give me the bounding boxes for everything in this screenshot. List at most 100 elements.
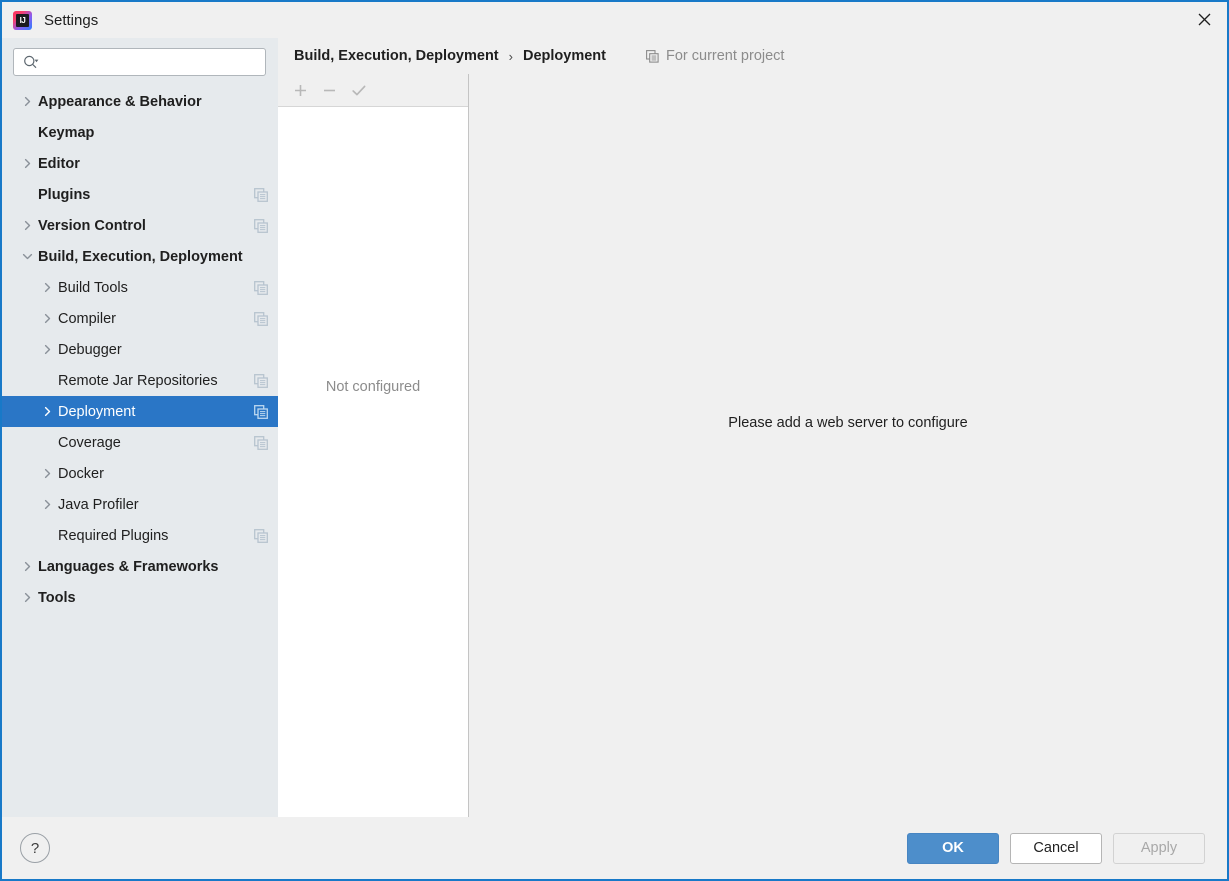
sidebar-item-label: Plugins (38, 186, 91, 203)
server-list-panel: Not configured (278, 74, 469, 817)
settings-detail-area: Build, Execution, Deployment › Deploymen… (278, 38, 1227, 817)
chevron-right-icon (24, 592, 30, 603)
tree-expander[interactable] (36, 468, 58, 479)
breadcrumb-bar: Build, Execution, Deployment › Deploymen… (278, 38, 1227, 74)
server-list-toolbar (278, 74, 468, 107)
sidebar-item-docker[interactable]: Docker (2, 458, 278, 489)
sidebar-item-label: Remote Jar Repositories (58, 372, 218, 389)
chevron-down-icon (34, 59, 39, 62)
main-empty-message: Please add a web server to configure (728, 415, 968, 431)
tree-expander[interactable] (36, 406, 58, 417)
ok-button[interactable]: OK (907, 832, 999, 864)
copy-project-icon (254, 528, 268, 543)
dialog-body: Appearance & Behavior Keymap Editor Plugins… (2, 38, 1227, 817)
copy-project-icon (254, 280, 268, 295)
breadcrumb-current: Deployment (522, 48, 606, 64)
copy-project-icon (254, 311, 268, 326)
tree-expander[interactable] (16, 251, 38, 262)
check-icon (351, 85, 365, 95)
search-icon (24, 55, 39, 68)
chevron-right-icon (44, 282, 50, 293)
sidebar-item-version-control[interactable]: Version Control (2, 210, 278, 241)
copy-project-icon (254, 218, 268, 233)
sidebar-item-java-profiler[interactable]: Java Profiler (2, 489, 278, 520)
settings-tree-sidebar: Appearance & Behavior Keymap Editor Plugins… (2, 38, 278, 817)
search-container (2, 38, 278, 84)
sidebar-item-label: Build, Execution, Deployment (38, 248, 243, 265)
scope-note-label: For current project (665, 48, 785, 64)
intellij-idea-logo-icon: IJ (13, 10, 32, 30)
deployment-settings-panel: Please add a web server to configure (469, 74, 1227, 817)
chevron-down-icon (22, 253, 32, 260)
close-icon[interactable] (1181, 2, 1227, 36)
footer-buttons: OK Cancel Apply (907, 832, 1205, 864)
sidebar-item-debugger[interactable]: Debugger (2, 334, 278, 365)
sidebar-item-coverage[interactable]: Coverage (2, 427, 278, 458)
help-button[interactable]: ? (20, 833, 50, 863)
title-bar: IJ Settings (2, 2, 1227, 38)
settings-tree[interactable]: Appearance & Behavior Keymap Editor Plugins… (2, 84, 278, 817)
sidebar-item-tools[interactable]: Tools (2, 582, 278, 613)
tree-expander[interactable] (16, 561, 38, 572)
tree-expander[interactable] (36, 313, 58, 324)
panes: Not configured Please add a web server t… (278, 74, 1227, 817)
sidebar-item-label: Keymap (38, 124, 95, 141)
sidebar-item-label: Required Plugins (58, 527, 169, 544)
chevron-right-icon (44, 406, 50, 417)
copy-project-icon (646, 49, 659, 63)
chevron-right-icon (24, 561, 30, 572)
sidebar-item-label: Editor (38, 155, 80, 172)
cancel-button[interactable]: Cancel (1010, 832, 1102, 864)
sidebar-item-remote-jar-repositories[interactable]: Remote Jar Repositories (2, 365, 278, 396)
sidebar-item-deployment[interactable]: Deployment (2, 396, 278, 427)
breadcrumb-separator: › (508, 48, 513, 64)
copy-project-icon (254, 435, 268, 450)
sidebar-item-build-execution-deployment[interactable]: Build, Execution, Deployment (2, 241, 278, 272)
tree-expander[interactable] (16, 96, 38, 107)
tree-expander[interactable] (16, 592, 38, 603)
sidebar-item-label: Deployment (58, 403, 136, 420)
sidebar-item-editor[interactable]: Editor (2, 148, 278, 179)
tree-expander[interactable] (36, 282, 58, 293)
chevron-right-icon (24, 158, 30, 169)
sidebar-item-label: Coverage (58, 434, 121, 451)
settings-dialog: IJ Settings Appearance & Behavior Keymap… (0, 0, 1229, 881)
sidebar-item-label: Build Tools (58, 279, 128, 296)
tree-expander[interactable] (36, 499, 58, 510)
dialog-footer: ? OK Cancel Apply (2, 817, 1227, 879)
search-input[interactable] (40, 49, 265, 75)
chevron-right-icon (44, 499, 50, 510)
add-server-button[interactable] (287, 77, 314, 103)
chevron-right-icon (24, 220, 30, 231)
sidebar-item-compiler[interactable]: Compiler (2, 303, 278, 334)
sidebar-item-required-plugins[interactable]: Required Plugins (2, 520, 278, 551)
set-default-server-button[interactable] (345, 77, 372, 103)
minus-icon (324, 89, 335, 91)
copy-project-icon (254, 404, 268, 419)
remove-server-button[interactable] (316, 77, 343, 103)
sidebar-item-label: Appearance & Behavior (38, 93, 202, 110)
sidebar-item-label: Java Profiler (58, 496, 139, 513)
tree-expander[interactable] (16, 158, 38, 169)
scope-note: For current project (646, 48, 784, 64)
plus-icon (295, 84, 306, 96)
sidebar-item-label: Docker (58, 465, 104, 482)
close-glyph (1198, 13, 1210, 25)
breadcrumb-parent[interactable]: Build, Execution, Deployment (294, 48, 499, 64)
sidebar-item-label: Tools (38, 589, 76, 606)
tree-expander[interactable] (16, 220, 38, 231)
sidebar-item-keymap[interactable]: Keymap (2, 117, 278, 148)
tree-expander[interactable] (36, 344, 58, 355)
sidebar-item-languages-frameworks[interactable]: Languages & Frameworks (2, 551, 278, 582)
sidebar-item-plugins[interactable]: Plugins (2, 179, 278, 210)
sidebar-item-build-tools[interactable]: Build Tools (2, 272, 278, 303)
chevron-right-icon (44, 313, 50, 324)
apply-button: Apply (1113, 832, 1205, 864)
window-title: Settings (44, 11, 99, 29)
sidebar-item-label: Version Control (38, 217, 146, 234)
sidebar-item-appearance-behavior[interactable]: Appearance & Behavior (2, 86, 278, 117)
search-box[interactable] (13, 48, 266, 76)
server-list-empty-text: Not configured (325, 379, 421, 395)
sidebar-item-label: Debugger (58, 341, 122, 358)
chevron-right-icon (24, 96, 30, 107)
